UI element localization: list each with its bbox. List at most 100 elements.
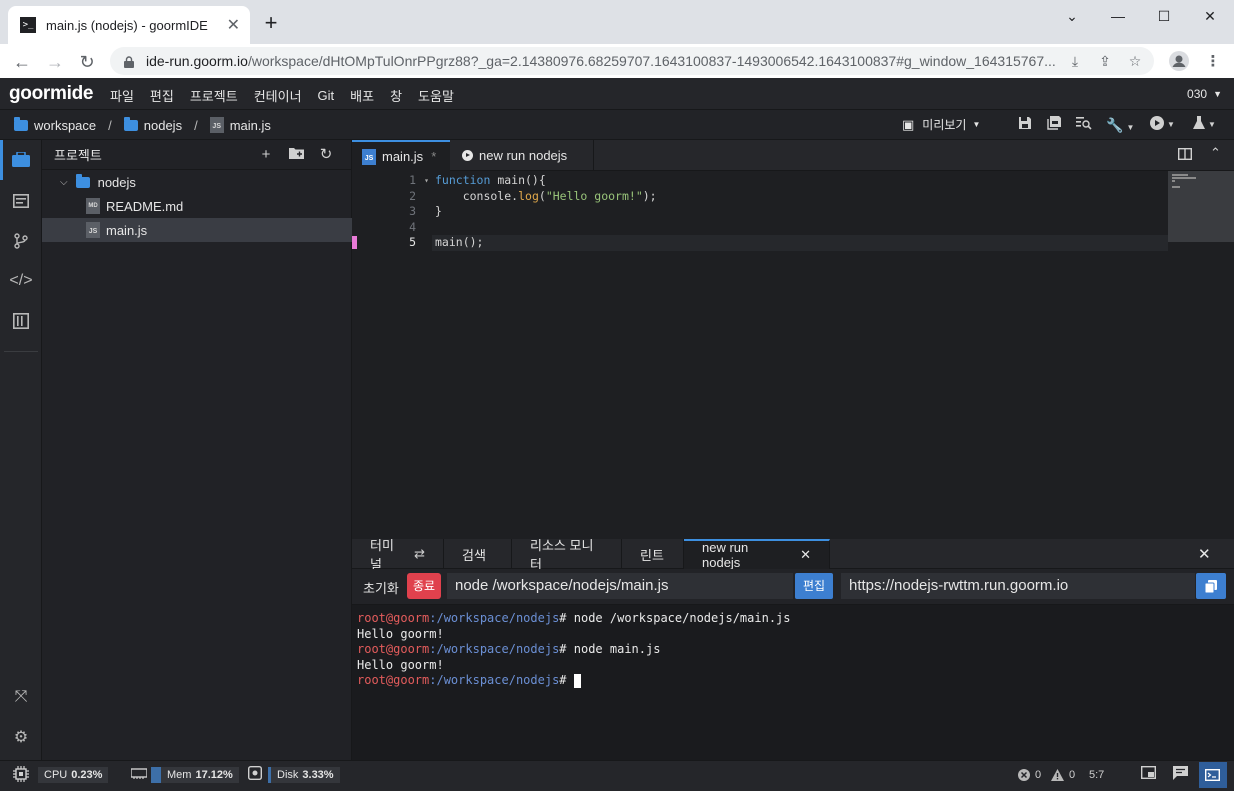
errors-indicator[interactable]: 0 xyxy=(1018,766,1041,784)
tab-label: 리소스 모니터 xyxy=(530,538,594,572)
disk-icon xyxy=(247,765,263,784)
chevron-up-icon[interactable]: ⌃ xyxy=(1210,145,1221,161)
add-file-icon[interactable]: + xyxy=(257,146,275,164)
terminal-favicon-icon: >_ xyxy=(20,17,36,33)
lock-icon xyxy=(124,55,134,68)
close-tab-icon[interactable]: ✕ xyxy=(227,15,240,35)
close-window-button[interactable]: ✕ xyxy=(1187,0,1233,32)
close-panel-icon[interactable]: ✕ xyxy=(1198,545,1211,563)
new-folder-icon[interactable] xyxy=(287,146,305,164)
terminal-line: root@goorm:/workspace/nodejs# xyxy=(357,673,1229,689)
forward-icon[interactable]: → xyxy=(43,50,67,74)
layout-panel-icon[interactable] xyxy=(1140,765,1157,784)
run-url-field[interactable]: https://nodejs-rwttm.run.goorm.io xyxy=(841,573,1195,599)
save-all-icon[interactable] xyxy=(1047,116,1062,134)
markdown-file-icon: MD xyxy=(86,198,100,214)
menu-file[interactable]: 파일 xyxy=(110,86,134,105)
expand-icon[interactable]: ⤧ xyxy=(0,677,42,717)
tree-folder-nodejs[interactable]: ⌵ nodejs xyxy=(42,170,352,194)
terminal-toggle-button[interactable] xyxy=(1199,762,1227,788)
back-icon[interactable]: ← xyxy=(10,50,34,74)
cursor-position[interactable]: 5:7 xyxy=(1089,766,1104,784)
tab-search-icon[interactable]: ⌄ xyxy=(1049,0,1095,32)
menu-window[interactable]: 창 xyxy=(390,86,402,105)
project-explorer-icon[interactable] xyxy=(0,140,42,180)
code-snippet-icon[interactable]: </> xyxy=(0,261,42,301)
maximize-button[interactable]: ☐ xyxy=(1141,0,1187,32)
editor-tab-mainjs[interactable]: JS main.js * xyxy=(352,140,450,171)
search-replace-icon[interactable] xyxy=(1076,116,1092,134)
url-text: ide-run.goorm.io/workspace/dHtOMpTulOnrP… xyxy=(146,53,1064,69)
tree-file-readme[interactable]: MD README.md xyxy=(42,194,352,218)
menu-help[interactable]: 도움말 xyxy=(418,86,454,105)
browser-menu-icon[interactable]: ⋮ xyxy=(1201,50,1225,74)
js-file-icon: JS xyxy=(362,148,376,165)
tab-terminal[interactable]: 터미널 ⇄ xyxy=(352,538,444,572)
minimap-line xyxy=(1172,186,1180,188)
chat-icon[interactable] xyxy=(1173,766,1188,784)
profile-avatar-icon[interactable] xyxy=(1167,50,1191,74)
swap-icon[interactable]: ⇄ xyxy=(414,546,425,562)
menu-git[interactable]: Git xyxy=(318,88,335,103)
minimap-line xyxy=(1172,180,1175,182)
run-icon[interactable]: ▼ xyxy=(1150,116,1175,134)
tab-label: 린트 xyxy=(640,547,664,563)
board-icon[interactable] xyxy=(0,301,42,341)
terminal-output[interactable]: root@goorm:/workspace/nodejs# node /work… xyxy=(352,605,1234,760)
tree-folder-label: nodejs xyxy=(97,174,136,190)
disk-usage: Disk 3.33% xyxy=(268,767,340,783)
minimap[interactable] xyxy=(1168,171,1234,242)
menu-items: 파일 편집 프로젝트 컨테이너 Git 배포 창 도움말 xyxy=(110,86,470,105)
build-tools-icon[interactable]: 🔧 ▼ xyxy=(1106,116,1134,134)
menu-container[interactable]: 컨테이너 xyxy=(254,86,302,105)
tab-resource-monitor[interactable]: 리소스 모니터 xyxy=(512,538,622,572)
menu-edit[interactable]: 편집 xyxy=(150,86,174,105)
user-menu[interactable]: 030 ▼ xyxy=(1187,87,1222,101)
code-content[interactable]: function main(){ console.log("Hello goor… xyxy=(435,173,657,251)
browser-tab-title: main.js (nodejs) - goormIDE xyxy=(46,17,208,33)
save-icon[interactable] xyxy=(1018,116,1032,134)
project-panel-header: 프로젝트 xyxy=(42,140,352,170)
folder-icon xyxy=(75,173,90,188)
git-branch-icon[interactable] xyxy=(0,221,42,261)
edit-button[interactable]: 편집 xyxy=(795,573,833,599)
url-host: ide-run.goorm.io xyxy=(146,53,248,69)
preview-button[interactable]: ▣ 미리보기 ▼ xyxy=(902,116,980,133)
code-line: function main(){ xyxy=(435,173,546,187)
install-app-icon[interactable]: ⤓ xyxy=(1064,50,1086,72)
new-tab-button[interactable]: + xyxy=(258,10,284,36)
breadcrumb-mainjs[interactable]: main.js xyxy=(230,118,271,133)
preview-label: 미리보기 xyxy=(922,118,967,132)
address-bar[interactable]: ide-run.goorm.io/workspace/dHtOMpTulOnrP… xyxy=(110,47,1154,75)
menu-deploy[interactable]: 배포 xyxy=(350,86,374,105)
outline-icon[interactable] xyxy=(0,181,42,221)
tab-run-nodejs[interactable]: new run nodejs ✕ xyxy=(684,539,830,570)
share-icon[interactable]: ⇪ xyxy=(1094,50,1116,72)
bookmark-star-icon[interactable]: ☆ xyxy=(1124,50,1146,72)
fold-caret-icon[interactable]: ▾ xyxy=(424,173,429,189)
test-flask-icon[interactable]: ▼ xyxy=(1193,116,1216,134)
terminal-cursor xyxy=(573,673,581,688)
breadcrumb-workspace[interactable]: workspace xyxy=(34,118,96,133)
refresh-icon[interactable]: ↻ xyxy=(317,146,335,164)
tab-search[interactable]: 검색 xyxy=(444,539,512,569)
tree-file-mainjs[interactable]: JS main.js xyxy=(42,218,352,242)
menu-project[interactable]: 프로젝트 xyxy=(190,86,238,105)
copy-url-button[interactable] xyxy=(1196,573,1226,599)
close-icon[interactable]: ✕ xyxy=(800,547,811,563)
browser-tab[interactable]: >_ main.js (nodejs) - goormIDE ✕ xyxy=(8,6,250,44)
minimize-button[interactable]: — xyxy=(1095,0,1141,32)
play-circle-icon xyxy=(462,150,473,161)
tab-lint[interactable]: 린트 xyxy=(622,539,684,569)
reload-icon[interactable]: ↻ xyxy=(75,50,99,74)
run-command-field[interactable]: node /workspace/nodejs/main.js xyxy=(447,573,793,599)
reset-button[interactable]: 초기화 xyxy=(363,578,399,597)
gear-icon[interactable]: ⚙ xyxy=(0,718,42,758)
warnings-indicator[interactable]: 0 xyxy=(1051,766,1075,784)
split-editor-icon[interactable] xyxy=(1177,147,1193,163)
memory-usage: Mem 17.12% xyxy=(151,767,239,783)
stop-button[interactable]: 종료 xyxy=(407,573,441,599)
error-icon xyxy=(1018,769,1030,781)
editor-tab-run[interactable]: new run nodejs xyxy=(450,140,594,171)
breadcrumb-nodejs[interactable]: nodejs xyxy=(144,118,182,133)
